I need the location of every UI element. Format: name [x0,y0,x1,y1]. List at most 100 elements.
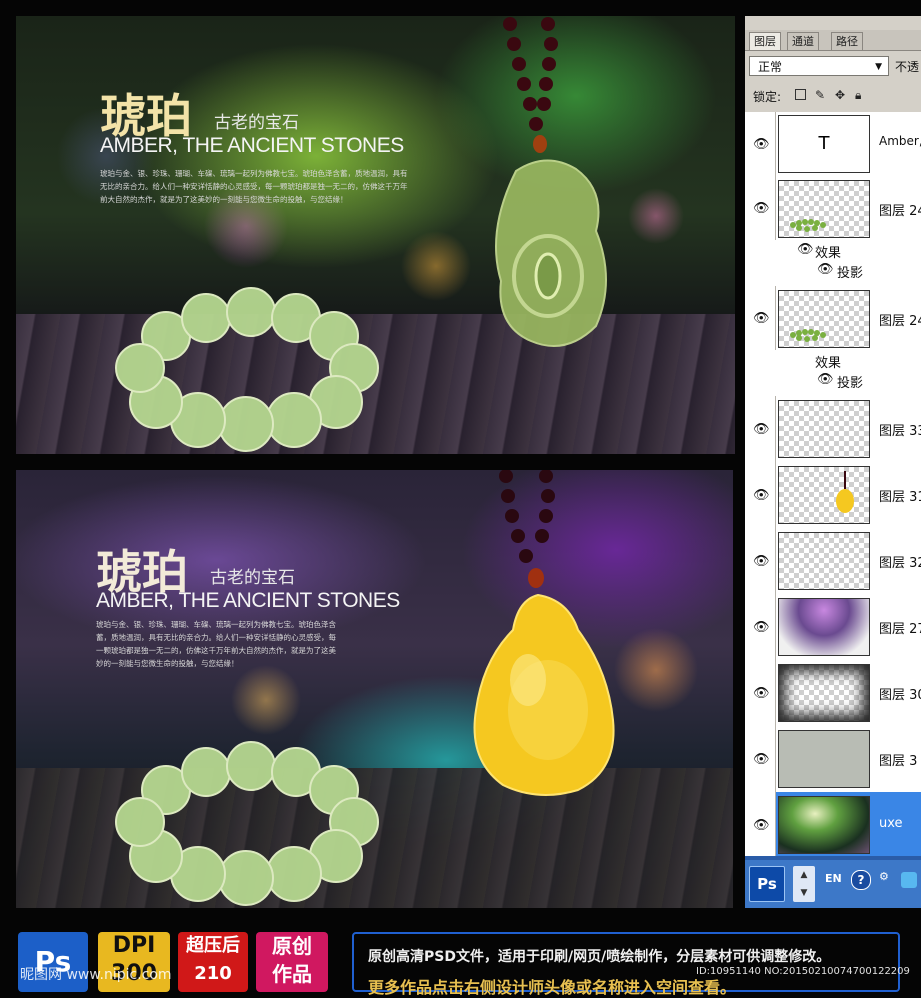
visibility-toggle[interactable]: 👁︎ [745,176,776,240]
layer-thumbnail [778,400,870,458]
panel-tabs: 图层 通道 路径 [745,30,921,51]
tab-channels[interactable]: 通道 [787,32,819,50]
effect-drop-shadow: 投影 [837,266,864,281]
bracelet-thumb [790,219,826,232]
effects-row[interactable]: 👁︎ 效果 [745,242,921,262]
scroll-arrows-icon[interactable]: ▲ ▼ [793,866,815,902]
layers-panel: 图层 通道 路径 正常 ▼ 不透 锁定: ✎ ✥ 🔒︎ 👁︎ T Amber, … [745,16,921,908]
bracelet-thumb [790,329,826,342]
layer-row[interactable]: 👁︎ 图层 24 👁︎ 效果 👁︎ 投影 [745,176,921,287]
layer-row[interactable]: 👁︎ 图层 24 效果 👁︎ 投影 [745,286,921,397]
layer-row-selected[interactable]: 👁︎ uxe [745,792,921,859]
green-bracelet [115,287,379,452]
eye-icon: 👁︎ [753,818,770,833]
layer-row[interactable]: 👁︎ 图层 30 [745,660,921,727]
layer-name: 图层 3 [879,754,918,769]
effects-label: 效果 [815,246,842,261]
layer-name: 图层 32 [879,556,921,571]
effect-drop-shadow: 投影 [837,376,864,391]
taskbar-edge [745,856,921,860]
layer-thumbnail [778,290,870,348]
eye-icon: 👁︎ [753,620,770,635]
watermark: 昵图网 www.nipic.com [20,967,172,983]
tray-options-icon[interactable]: ⚙ [879,870,889,883]
banner-body-text: 琥珀与金、银、珍珠、珊瑚、车磲、琉璃一起列为佛教七宝。琥珀色泽含蓄，质地温润，具… [96,620,336,668]
eye-icon: 👁︎ [753,554,770,569]
layer-name: 图层 33 [879,424,921,439]
visibility-toggle[interactable]: 👁︎ [745,792,776,858]
banner-body-text: 琥珀与金、银、珍珠、珊瑚、车磲、琉璃一起列为佛教七宝。琥珀色泽含蓄，质地温润，具… [100,169,408,204]
bead-necklace [503,17,558,153]
banner-subtitle-cn: 古老的宝石 [210,568,295,588]
layer-thumbnail [778,532,870,590]
banner-title-en: AMBER, THE ANCIENT STONES [100,134,404,157]
banner-green-amber: 琥珀 古老的宝石 AMBER, THE ANCIENT STONES 琥珀与金、… [16,16,735,454]
chevron-down-icon: ▼ [875,62,882,72]
language-indicator[interactable]: EN [825,872,842,885]
footer-info-line: 原创高清PSD文件，适用于印刷/网页/喷绘制作，分层素材可供调整修改。 [368,949,831,965]
tray-app-icon[interactable] [901,872,917,888]
opacity-label: 不透 [895,60,920,74]
layer-thumbnail [778,598,870,656]
green-amber-pendant [495,159,607,347]
photoshop-taskbar-button[interactable]: Ps [749,866,785,902]
banner-yellow-amber: 琥珀 古老的宝石 AMBER, THE ANCIENT STONES 琥珀与金、… [16,470,733,908]
eye-icon: 👁︎ [817,372,834,387]
layer-name: 图层 24 [879,314,921,329]
lock-move-icon[interactable]: ✥ [835,89,847,101]
green-bracelet [115,741,379,906]
layer-name: Amber, [879,134,921,148]
taskbar: Ps ▲ ▼ EN ? ⚙ [745,856,921,908]
layer-thumbnail [778,466,870,524]
visibility-toggle[interactable]: 👁︎ [745,528,776,594]
eye-icon: 👁︎ [753,422,770,437]
lock-label: 锁定: [753,90,782,104]
visibility-toggle[interactable]: 👁︎ [745,660,776,726]
visibility-toggle[interactable]: 👁︎ [745,112,776,176]
layer-thumbnail [778,180,870,238]
layer-thumbnail [778,730,870,788]
visibility-toggle[interactable]: 👁︎ [745,396,776,462]
lock-all-icon[interactable]: 🔒︎ [855,89,867,101]
layer-name: 图层 27 [879,622,921,637]
layer-row[interactable]: 👁︎ 图层 3 [745,726,921,793]
effect-row[interactable]: 👁︎ 投影 [745,372,921,392]
lock-paint-icon[interactable]: ✎ [815,89,827,101]
layers-list: 👁︎ T Amber, 👁︎ 图层 24 👁︎ 效果 👁︎ 投影 👁︎ [745,112,921,864]
footer-promo-line: 更多作品点击右侧设计师头像或名称进入空间查看。 [368,978,737,997]
visibility-toggle[interactable]: 👁︎ [745,594,776,660]
tab-paths[interactable]: 路径 [831,32,863,50]
layer-thumbnail-text: T [778,115,870,173]
layer-thumbnail [778,796,870,854]
layer-row[interactable]: 👁︎ 图层 33 [745,396,921,463]
tab-layers[interactable]: 图层 [749,32,781,50]
blend-mode-select[interactable]: 正常 ▼ [749,56,889,76]
banner-title-en: AMBER, THE ANCIENT STONES [96,589,400,612]
lock-transparent-icon[interactable] [795,89,806,100]
effects-row[interactable]: 效果 [745,352,921,372]
layer-row[interactable]: 👁︎ 图层 27 [745,594,921,661]
layer-name: 图层 24 [879,204,921,219]
layer-row[interactable]: 👁︎ 图层 32 [745,528,921,595]
eye-icon: 👁︎ [753,137,770,152]
help-icon[interactable]: ? [851,870,871,890]
banner-subtitle-cn: 古老的宝石 [214,113,299,133]
image-id-text: ID:10951140 NO:20150210074700122209 [696,966,910,977]
compression-badge: 超压后 210 [178,932,248,992]
bead-necklace [499,470,555,588]
yellow-amber-pendant [473,593,615,796]
eye-icon: 👁︎ [797,242,814,257]
effects-label: 效果 [815,356,842,371]
layer-name: 图层 30 [879,688,921,703]
layer-row[interactable]: 👁︎ T Amber, [745,112,921,177]
layer-row[interactable]: 👁︎ 图层 31 [745,462,921,529]
eye-icon: 👁︎ [753,686,770,701]
visibility-toggle[interactable]: 👁︎ [745,462,776,528]
eye-icon: 👁︎ [753,311,770,326]
original-badge: 原创 作品 [256,932,328,992]
effect-row[interactable]: 👁︎ 投影 [745,262,921,282]
visibility-toggle[interactable]: 👁︎ [745,286,776,350]
eye-icon: 👁︎ [753,201,770,216]
blend-mode-value: 正常 [758,60,783,74]
visibility-toggle[interactable]: 👁︎ [745,726,776,792]
